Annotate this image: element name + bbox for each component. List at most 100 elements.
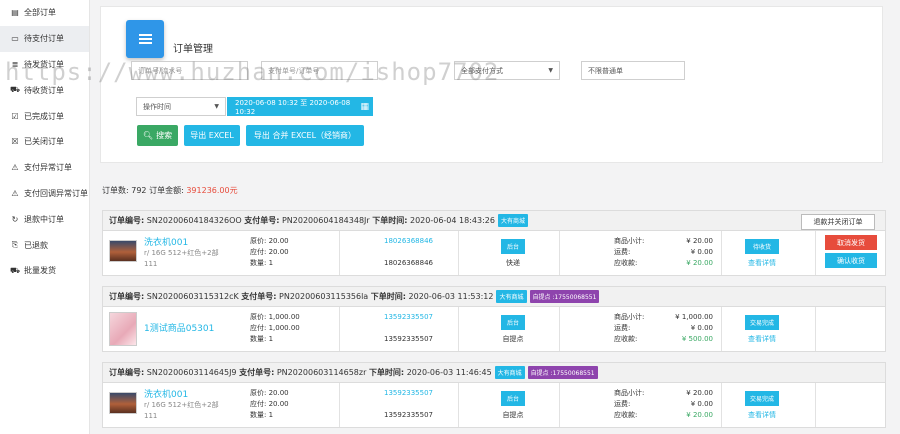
date-range-picker[interactable]: 2020-06-08 10:32 至 2020-06-08 10:32 ▦ (227, 97, 373, 116)
search-button[interactable]: 🔍︎ 搜索 (137, 125, 178, 146)
refund-close-button[interactable]: 退款并关闭订单 (801, 214, 875, 230)
confirm-receipt-button[interactable]: 确认收货 (825, 253, 877, 268)
buyer-phone[interactable]: 13592335507 (384, 312, 433, 323)
pay-no-input[interactable]: 支付单号/订单号 (261, 61, 378, 80)
order-header: 订单编号: SN20200604184326OO 支付单号: PN2020060… (103, 211, 885, 231)
order-no-placeholder: 订单号/流水号 (138, 66, 183, 75)
pay-no: PN20200603114658zr (276, 368, 367, 377)
search-button-label: 搜索 (156, 131, 173, 140)
cell-divider (458, 383, 459, 427)
status-badge: 待收货 (745, 239, 779, 254)
product-name[interactable]: 洗衣机001 (144, 387, 188, 400)
amount-info: 商品小计: ¥ 20.00 运费: ¥ 0.00 应收款: ¥ 20.00 (614, 388, 713, 421)
order-no: SN20200603115312cK (146, 292, 239, 301)
sidebar-item-all-orders[interactable]: ▤ 全部订单 (0, 0, 89, 26)
sidebar-item-label: 已退款 (24, 240, 48, 250)
order-row: 洗衣机001 r/ 16G 512+红色+2部 111 原价: 20.00 应付… (103, 383, 885, 427)
order-time: 2020-06-04 18:43:26 (409, 216, 495, 225)
price-info: 原价: 1,000.00 应付: 1,000.00 数量: 1 (250, 312, 300, 345)
order-time-label: 下单时间: (370, 292, 406, 301)
refresh-icon: ↻ (11, 214, 19, 224)
sidebar-item-label: 待支付订单 (24, 34, 64, 44)
order-count-label: 订单数: (102, 186, 129, 195)
price-info: 原价: 20.00 应付: 20.00 数量: 1 (250, 236, 289, 269)
subtotal-label: 商品小计: (614, 389, 645, 397)
subtotal-label: 商品小计: (614, 237, 645, 245)
store-tag: 大有商城 (496, 290, 527, 303)
sidebar-item-pending-shipment[interactable]: ≣ 待发货订单 (0, 52, 89, 78)
chevron-down-icon: ▼ (548, 67, 553, 74)
list-icon: ≣ (11, 59, 19, 69)
order-no-label: 订单编号: (109, 292, 145, 301)
cell-divider (458, 231, 459, 275)
cell-divider (721, 383, 722, 427)
buyer-phone[interactable]: 18026368846 (384, 236, 433, 247)
refund-icon: ⎘ (11, 240, 19, 250)
quantity: 数量: 1 (250, 411, 274, 419)
export-merge-excel-button[interactable]: 导出 合并 EXCEL（经销商） (246, 125, 364, 146)
cancel-shipment-button[interactable]: 取消发货 (825, 235, 877, 250)
chevron-down-icon: ▼ (214, 103, 219, 110)
shipment-icon: ⛟ (10, 265, 21, 275)
order-no-input[interactable]: 订单号/流水号 (131, 61, 248, 80)
warning-icon: ⚠ (11, 163, 19, 173)
product-name[interactable]: 洗衣机001 (144, 235, 188, 248)
cell-divider (815, 383, 816, 427)
buyer-phone[interactable]: 13592335507 (384, 388, 433, 399)
view-detail-link[interactable]: 查看详情 (745, 334, 779, 344)
sidebar-item-pending-payment[interactable]: ▭ 待支付订单 (0, 25, 89, 52)
order-type-select[interactable]: 不限普通单 (581, 61, 685, 80)
order-card: 订单编号: SN20200603115312cK 支付单号: PN2020060… (102, 286, 886, 352)
payable-price: 应付: 20.00 (250, 400, 289, 408)
sidebar-item-label: 支付异常订单 (24, 163, 72, 173)
cell-divider (339, 307, 340, 351)
sidebar-item-refunding[interactable]: ↻ 退款中订单 (0, 206, 89, 232)
truck-icon: ⛟ (10, 85, 21, 95)
amount-info: 商品小计: ¥ 1,000.00 运费: ¥ 0.00 应收款: ¥ 500.00 (614, 312, 713, 345)
product-thumbnail[interactable] (109, 392, 137, 414)
sidebar-item-label: 待发货订单 (24, 59, 64, 69)
pay-no-label: 支付单号: (241, 292, 277, 301)
amount-info: 商品小计: ¥ 20.00 运费: ¥ 0.00 应收款: ¥ 20.00 (614, 236, 713, 269)
product-spec-extra: 111 (144, 412, 158, 420)
product-thumbnail[interactable] (109, 240, 137, 262)
receivable-label: 应收款: (614, 335, 638, 343)
order-no: SN20200603114645J9 (146, 368, 237, 377)
order-time-label: 下单时间: (372, 216, 408, 225)
cell-divider (721, 231, 722, 275)
time-type-select[interactable]: 操作时间 ▼ (136, 97, 226, 116)
filter-panel: 订单管理 订单号/流水号 支付单号/订单号 全部支付方式 ▼ 不限普通单 操作时间… (100, 6, 883, 163)
delivery-method: 快递 (506, 259, 520, 267)
sidebar-item-closed[interactable]: ☒ 已关闭订单 (0, 129, 89, 155)
sidebar-item-batch-shipment[interactable]: ⛟ 批量发货 (0, 258, 89, 284)
sidebar-item-label: 退款中订单 (24, 214, 64, 224)
view-detail-link[interactable]: 查看详情 (745, 258, 779, 268)
sidebar-item-refunded[interactable]: ⎘ 已退款 (0, 232, 89, 258)
product-thumbnail[interactable] (109, 312, 137, 346)
receivable-label: 应收款: (614, 411, 638, 419)
order-row: 1测试商品05301 原价: 1,000.00 应付: 1,000.00 数量:… (103, 307, 885, 351)
sidebar-item-completed[interactable]: ☑ 已完成订单 (0, 103, 89, 129)
product-spec: r/ 16G 512+红色+2部 (144, 249, 219, 257)
sidebar-item-label: 待收货订单 (24, 85, 64, 95)
menu-icon (126, 20, 164, 58)
freight-label: 运费: (614, 248, 631, 256)
callback-icon: ⚠ (11, 188, 19, 198)
sidebar-item-pending-receipt[interactable]: ⛟ 待收货订单 (0, 77, 89, 103)
order-source: 后台 自提点 (501, 391, 525, 420)
pay-method-select[interactable]: 全部支付方式 ▼ (454, 61, 560, 80)
order-type-value: 不限普通单 (588, 66, 623, 75)
sidebar-item-label: 已关闭订单 (24, 137, 64, 147)
export-merge-label: 导出 合并 EXCEL（经销商） (253, 131, 357, 140)
pay-no: PN20200603115356la (279, 292, 369, 301)
contact-info: 13592335507 13592335507 (384, 388, 433, 421)
export-excel-button[interactable]: 导出 EXCEL (184, 125, 240, 146)
view-detail-link[interactable]: 查看详情 (745, 410, 779, 420)
pickup-tag: 自提点 :17550068551 (527, 366, 598, 379)
sidebar-item-callback-exception[interactable]: ⚠ 支付回调异常订单 (0, 181, 89, 207)
cell-divider (815, 307, 816, 351)
source-badge: 后台 (501, 391, 525, 406)
order-status: 交易完成 查看详情 (745, 315, 779, 344)
product-name[interactable]: 1测试商品05301 (144, 321, 214, 334)
sidebar-item-payment-exception[interactable]: ⚠ 支付异常订单 (0, 155, 89, 181)
